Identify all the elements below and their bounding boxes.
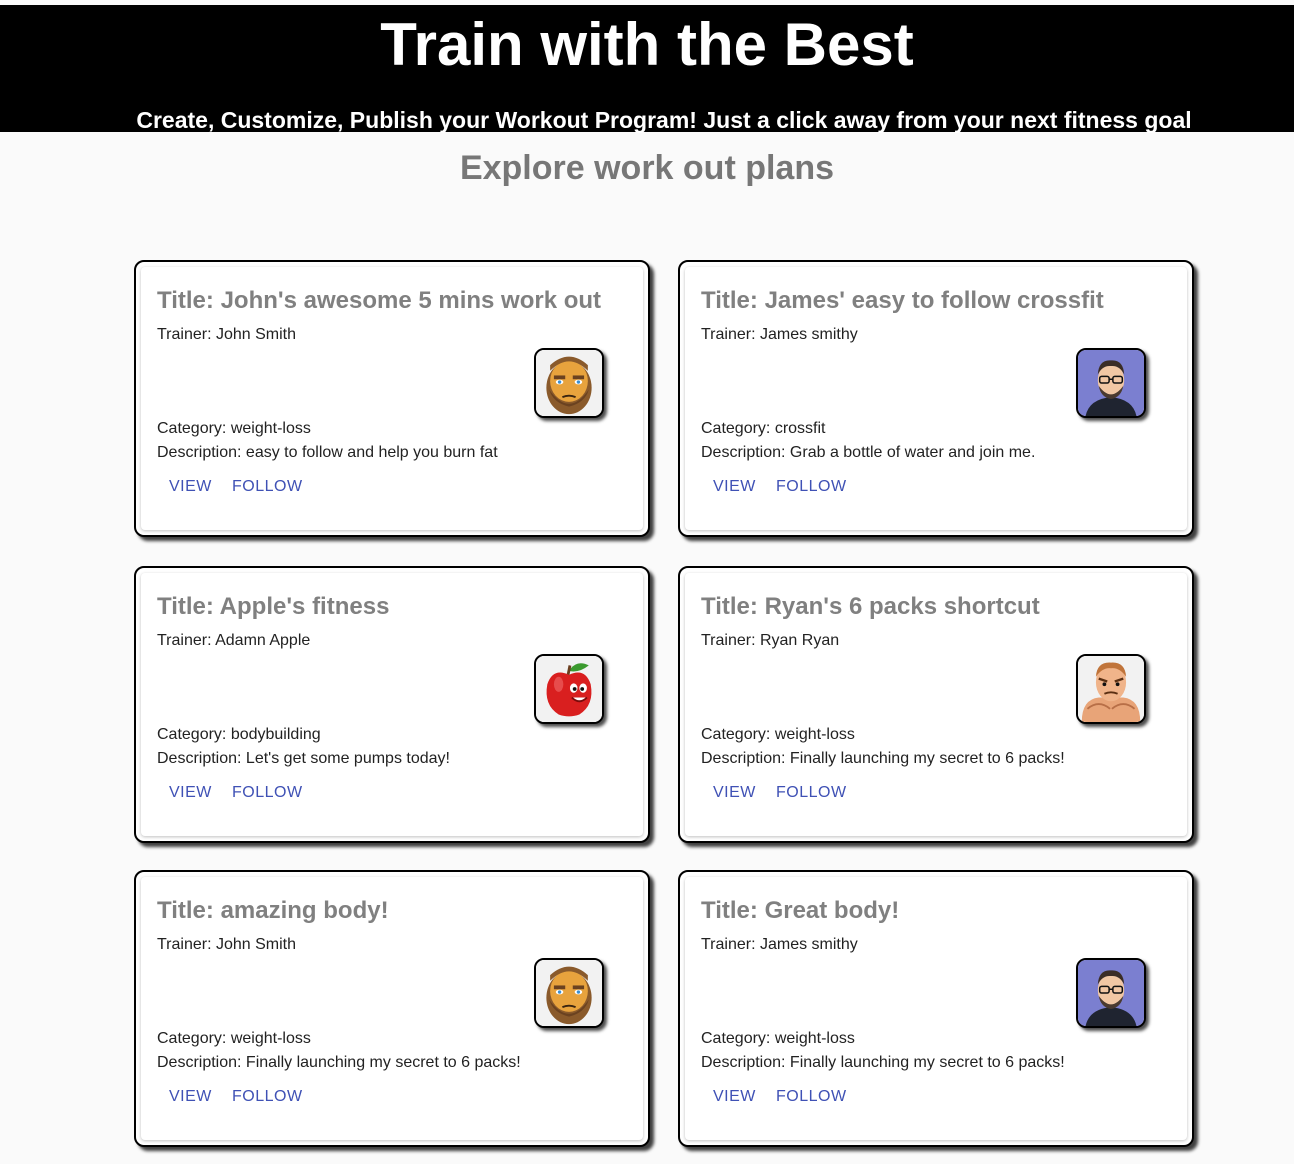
follow-button[interactable]: FOLLOW xyxy=(232,781,303,805)
bearded-man-avatar-icon xyxy=(534,348,604,418)
view-button[interactable]: VIEW xyxy=(169,475,212,499)
follow-button[interactable]: FOLLOW xyxy=(776,475,847,499)
plan-category: Category: bodybuilding xyxy=(157,726,321,743)
man-with-glasses-avatar-icon xyxy=(1076,958,1146,1028)
plan-card: Title: Ryan's 6 packs shortcut Trainer: … xyxy=(678,566,1194,843)
plan-title: Title: amazing body! xyxy=(157,897,389,924)
view-button[interactable]: VIEW xyxy=(713,1085,756,1109)
view-button[interactable]: VIEW xyxy=(713,781,756,805)
plan-trainer: Trainer: James smithy xyxy=(701,326,858,343)
view-button[interactable]: VIEW xyxy=(169,1085,212,1109)
apple-character-avatar-icon xyxy=(534,654,604,724)
plan-trainer: Trainer: James smithy xyxy=(701,936,858,953)
plan-category: Category: weight-loss xyxy=(701,1030,855,1047)
plan-description: Description: Finally launching my secret… xyxy=(701,750,1065,767)
plan-card: Title: amazing body! Trainer: John Smith… xyxy=(134,870,650,1147)
muscle-man-avatar-icon xyxy=(1076,654,1146,724)
plan-trainer: Trainer: John Smith xyxy=(157,326,297,343)
plan-card: Title: Apple's fitness Trainer: Adamn Ap… xyxy=(134,566,650,843)
man-with-glasses-avatar-icon xyxy=(1076,348,1146,418)
section-title: Explore work out plans xyxy=(459,149,835,187)
view-button[interactable]: VIEW xyxy=(713,475,756,499)
hero-title: Train with the Best xyxy=(380,11,914,78)
plan-title: Title: Apple's fitness xyxy=(157,593,390,620)
bearded-man-avatar-icon xyxy=(534,958,604,1028)
plan-trainer: Trainer: Adamn Apple xyxy=(157,632,311,649)
plan-card: Title: Great body! Trainer: James smithy… xyxy=(678,870,1194,1147)
plan-description: Description: easy to follow and help you… xyxy=(157,444,498,461)
plan-category: Category: crossfit xyxy=(701,420,826,437)
plan-card: Title: James' easy to follow crossfit Tr… xyxy=(678,260,1194,537)
plan-card: Title: John's awesome 5 mins work out Tr… xyxy=(134,260,650,537)
plan-trainer: Trainer: Ryan Ryan xyxy=(701,632,840,649)
plan-title: Title: John's awesome 5 mins work out xyxy=(157,287,602,314)
hero-banner: Train with the Best Create, Customize, P… xyxy=(0,5,1294,133)
plan-category: Category: weight-loss xyxy=(701,726,855,743)
plan-title: Title: Great body! xyxy=(701,897,900,924)
plan-trainer: Trainer: John Smith xyxy=(157,936,297,953)
follow-button[interactable]: FOLLOW xyxy=(232,1085,303,1109)
hero-subtitle: Create, Customize, Publish your Workout … xyxy=(136,107,1192,133)
plan-title: Title: James' easy to follow crossfit xyxy=(701,287,1104,314)
view-button[interactable]: VIEW xyxy=(169,781,212,805)
plan-description: Description: Finally launching my secret… xyxy=(701,1054,1065,1071)
follow-button[interactable]: FOLLOW xyxy=(776,1085,847,1109)
follow-button[interactable]: FOLLOW xyxy=(776,781,847,805)
plan-description: Description: Finally launching my secret… xyxy=(157,1054,521,1071)
plan-title: Title: Ryan's 6 packs shortcut xyxy=(701,593,1040,620)
plan-description: Description: Let's get some pumps today! xyxy=(157,750,450,767)
plan-category: Category: weight-loss xyxy=(157,420,311,437)
plan-category: Category: weight-loss xyxy=(157,1030,311,1047)
follow-button[interactable]: FOLLOW xyxy=(232,475,303,499)
plan-description: Description: Grab a bottle of water and … xyxy=(701,444,1036,461)
